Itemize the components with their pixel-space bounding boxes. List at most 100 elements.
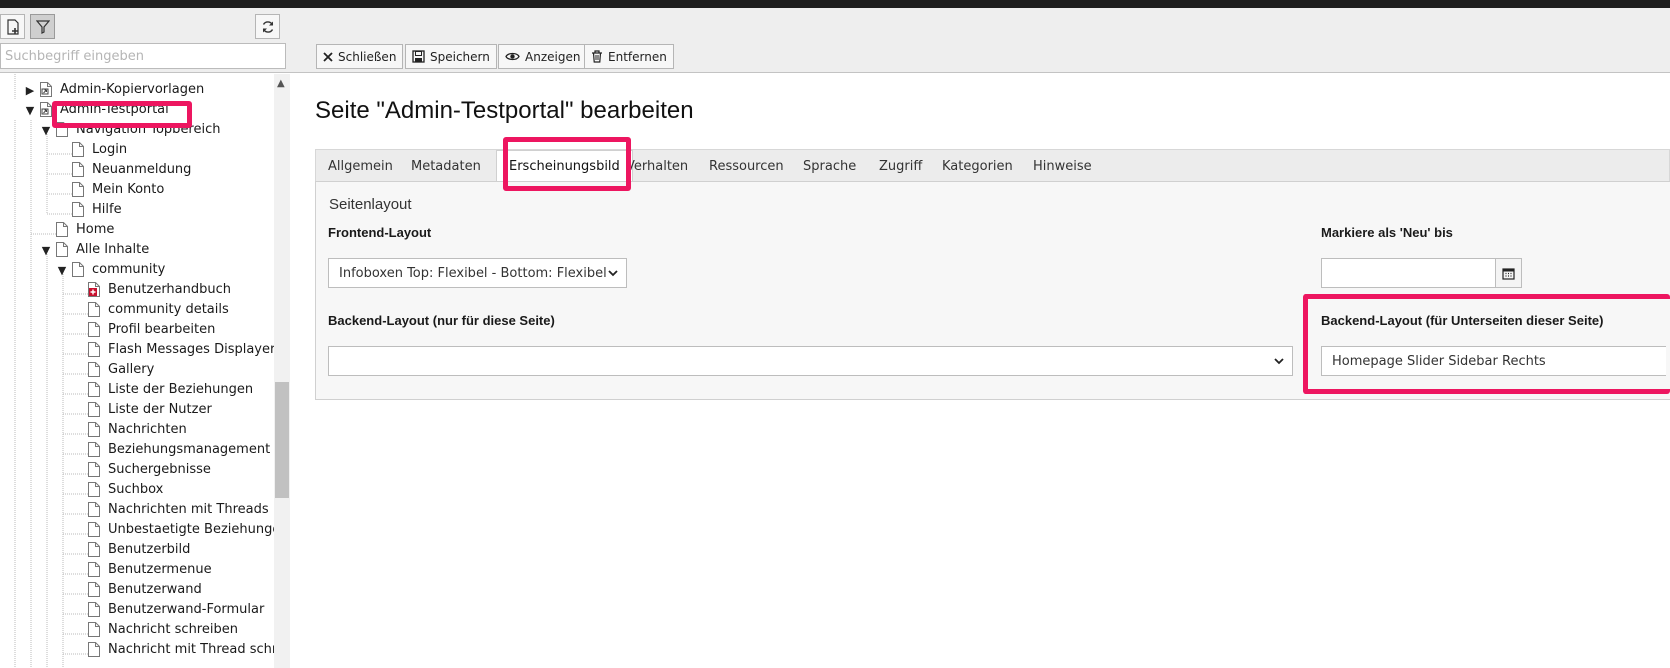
mark-new-until-input[interactable] bbox=[1321, 258, 1496, 288]
filter-button[interactable] bbox=[30, 14, 55, 39]
tab-allgemein[interactable]: Allgemein bbox=[316, 150, 405, 182]
tree-item[interactable]: Hilfe bbox=[0, 200, 274, 220]
tree-item-label: Benutzerwand bbox=[108, 582, 202, 597]
tree-item[interactable]: Suchergebnisse bbox=[0, 460, 274, 480]
tree-item[interactable]: Liste der Nutzer bbox=[0, 400, 274, 420]
tab-erscheinungsbild[interactable]: Erscheinungsbild bbox=[496, 150, 633, 183]
tree-item[interactable]: Nachricht mit Thread schreiben bbox=[0, 640, 274, 660]
page-icon bbox=[72, 142, 84, 157]
close-icon bbox=[323, 51, 333, 62]
tree-item[interactable]: Nachrichten mit Threads bbox=[0, 500, 274, 520]
calendar-icon bbox=[1502, 267, 1515, 280]
tree-scroll-thumb[interactable] bbox=[275, 382, 289, 498]
tree-item[interactable]: Neuanmeldung bbox=[0, 160, 274, 180]
tree-item[interactable]: Gallery bbox=[0, 360, 274, 380]
tree-item[interactable]: Mein Konto bbox=[0, 180, 274, 200]
page-icon bbox=[56, 242, 68, 257]
delete-label: Entfernen bbox=[608, 49, 667, 64]
tab-metadaten[interactable]: Metadaten bbox=[399, 150, 493, 182]
tree-item[interactable]: Liste der Beziehungen bbox=[0, 380, 274, 400]
backend-layout-sub-value: Homepage Slider Sidebar Rechts bbox=[1332, 353, 1546, 369]
page-icon bbox=[56, 222, 68, 237]
tree-item-label: Unbestaetigte Beziehungen bbox=[108, 522, 274, 537]
page-icon bbox=[88, 642, 100, 657]
tree-search-input[interactable] bbox=[0, 43, 286, 69]
tree-item-label: Suchergebnisse bbox=[108, 462, 211, 477]
tab-ressourcen[interactable]: Ressourcen bbox=[697, 150, 796, 182]
tab-zugriff[interactable]: Zugriff bbox=[867, 150, 934, 182]
tab-hinweise[interactable]: Hinweise bbox=[1021, 150, 1104, 182]
tree-item-label: Login bbox=[92, 142, 128, 157]
save-button[interactable]: Speichern bbox=[405, 44, 497, 69]
collapse-icon[interactable]: ▼ bbox=[56, 264, 68, 277]
tree-item[interactable]: Profil bearbeiten bbox=[0, 320, 274, 340]
tree-item[interactable]: ▼ Alle Inhalte bbox=[0, 240, 274, 260]
page-icon bbox=[88, 422, 100, 437]
tree-item[interactable]: Suchbox bbox=[0, 480, 274, 500]
tree-item[interactable]: Benutzerhandbuch bbox=[0, 280, 274, 300]
tree-item-label: Liste der Beziehungen bbox=[108, 382, 254, 397]
tree-item-label: Benutzerhandbuch bbox=[108, 282, 232, 297]
tree-item[interactable]: Beziehungsmanagement bbox=[0, 440, 274, 460]
tree-item[interactable]: Benutzermenue bbox=[0, 560, 274, 580]
tree-item[interactable]: ▼ community bbox=[0, 260, 274, 280]
tab-kategorien[interactable]: Kategorien bbox=[930, 150, 1025, 182]
tree-item-label: Nachrichten mit Threads bbox=[108, 502, 269, 517]
backend-layout-sub-label: Backend-Layout (für Unterseiten dieser S… bbox=[1321, 313, 1604, 328]
page-title: Seite "Admin-Testportal" bearbeiten bbox=[315, 97, 694, 124]
frontend-layout-select[interactable]: Infoboxen Top: Flexibel - Bottom: Flexib… bbox=[328, 258, 627, 288]
tab-verhalten[interactable]: Verhalten bbox=[614, 150, 700, 182]
backend-layout-sub-select[interactable]: Homepage Slider Sidebar Rechts bbox=[1321, 346, 1666, 376]
collapse-icon[interactable]: ▼ bbox=[40, 244, 52, 257]
tree-item[interactable]: Flash Messages Displayer bbox=[0, 340, 274, 360]
page-icon bbox=[88, 582, 100, 597]
tree-item-label: Flash Messages Displayer bbox=[108, 342, 274, 357]
chevron-down-icon bbox=[608, 270, 618, 277]
new-page-button[interactable] bbox=[0, 14, 25, 39]
page-icon bbox=[88, 482, 100, 497]
calendar-button[interactable] bbox=[1495, 258, 1522, 288]
page-plus-icon bbox=[88, 282, 100, 297]
tab-panel: Seitenlayout Frontend-Layout Infoboxen T… bbox=[315, 181, 1670, 400]
tree-item[interactable]: ▶ Admin-Kopiervorlagen bbox=[0, 80, 274, 100]
collapse-icon[interactable]: ▼ bbox=[24, 104, 36, 117]
page-icon bbox=[88, 622, 100, 637]
tree-item-label: Home bbox=[76, 222, 115, 237]
delete-button[interactable]: Entfernen bbox=[584, 44, 674, 69]
frontend-layout-value: Infoboxen Top: Flexibel - Bottom: Flexib… bbox=[339, 265, 607, 281]
tree-item[interactable]: Nachricht schreiben bbox=[0, 620, 274, 640]
page-icon bbox=[88, 462, 100, 477]
tree-item-label: Liste der Nutzer bbox=[108, 402, 212, 417]
tree-item[interactable]: Login bbox=[0, 140, 274, 160]
page-icon bbox=[88, 442, 100, 457]
tree-item[interactable]: Benutzerbild bbox=[0, 540, 274, 560]
expand-icon[interactable]: ▶ bbox=[24, 84, 36, 97]
refresh-button[interactable] bbox=[255, 14, 280, 39]
mark-new-until-label: Markiere als 'Neu' bis bbox=[1321, 225, 1453, 240]
page-icon bbox=[56, 122, 68, 137]
scroll-up-icon[interactable]: ▲ bbox=[277, 78, 285, 89]
page-icon bbox=[88, 302, 100, 317]
tree-item[interactable]: ▼ Admin-Testportal bbox=[0, 100, 274, 120]
view-button[interactable]: Anzeigen bbox=[498, 44, 588, 69]
tree-item[interactable]: Home bbox=[0, 220, 274, 240]
page-icon bbox=[88, 362, 100, 377]
tree-item[interactable]: Nachrichten bbox=[0, 420, 274, 440]
view-icon bbox=[505, 52, 520, 61]
tree-item[interactable]: Benutzerwand bbox=[0, 580, 274, 600]
frontend-layout-label: Frontend-Layout bbox=[328, 225, 432, 240]
page-shortcut-icon bbox=[40, 82, 52, 97]
collapse-icon[interactable]: ▼ bbox=[40, 124, 52, 137]
save-icon bbox=[412, 50, 425, 63]
tab-sprache[interactable]: Sprache bbox=[791, 150, 868, 182]
tree-scrollbar[interactable]: ▲ bbox=[274, 74, 290, 668]
tree-item[interactable]: community details bbox=[0, 300, 274, 320]
tree-item[interactable]: Benutzerwand-Formular bbox=[0, 600, 274, 620]
backend-layout-select[interactable] bbox=[328, 346, 1293, 376]
page-icon bbox=[72, 182, 84, 197]
close-button[interactable]: Schließen bbox=[316, 44, 404, 69]
page-icon bbox=[72, 162, 84, 177]
tree-item[interactable]: ▼ Navigation Topbereich bbox=[0, 120, 274, 140]
tree-item[interactable]: Unbestaetigte Beziehungen bbox=[0, 520, 274, 540]
top-bar bbox=[0, 0, 1670, 8]
